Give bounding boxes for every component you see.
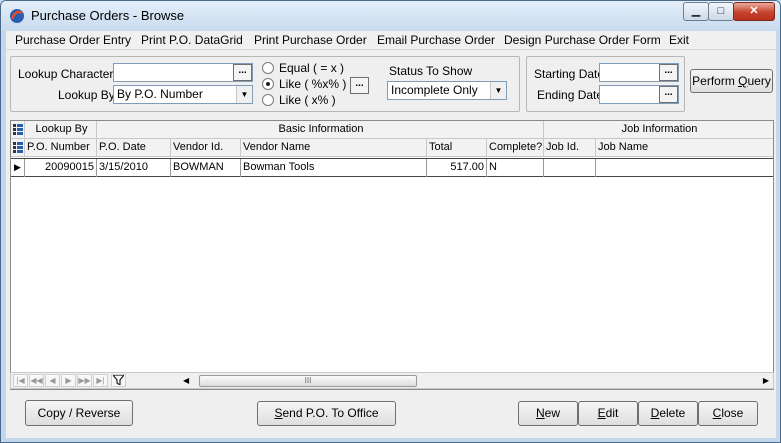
purchase-orders-window: Purchase Orders - Browse ▁ □ ✕ Purchase …	[0, 0, 781, 443]
column-po-number[interactable]: P.O. Number	[25, 139, 97, 157]
edit-button[interactable]: Edit	[578, 401, 638, 426]
close-label: lose	[721, 406, 744, 420]
menu-exit[interactable]: Exit	[669, 33, 689, 47]
cell-po-number[interactable]: 20090015	[25, 159, 97, 177]
cell-job-name[interactable]	[596, 159, 773, 177]
cell-complete[interactable]: N	[487, 159, 544, 177]
previous-page-icon[interactable]: ◀◀	[29, 374, 44, 387]
grid-column-header: P.O. Number P.O. Date Vendor Id. Vendor …	[11, 139, 773, 157]
new-button[interactable]: New	[518, 401, 578, 426]
chevron-down-icon: ▼	[490, 82, 506, 99]
edit-accel: E	[597, 406, 606, 420]
column-po-date[interactable]: P.O. Date	[97, 139, 171, 157]
new-label: ew	[544, 406, 560, 420]
new-accel: N	[535, 406, 545, 420]
delete-label: elete	[659, 406, 686, 420]
delete-button[interactable]: Delete	[638, 401, 698, 426]
scroll-right-icon[interactable]: ▶	[763, 374, 769, 388]
column-vendor-id[interactable]: Vendor Id.	[171, 139, 241, 157]
send-po-to-office-button[interactable]: Send P.O. To Office	[257, 401, 396, 426]
group-header-job-information: Job Information	[621, 123, 698, 135]
starting-date-label: Starting Date	[534, 67, 605, 81]
filter-icon[interactable]	[111, 374, 126, 387]
status-to-show-select[interactable]: Incomplete Only ▼	[387, 81, 507, 100]
close-window-button[interactable]: ✕	[733, 2, 775, 21]
minimize-button[interactable]: ▁	[683, 2, 709, 21]
match-equal-radio[interactable]	[262, 62, 274, 74]
edit-label: dit	[605, 406, 619, 420]
column-chooser-icon[interactable]	[11, 121, 25, 139]
match-like-contains-label: Like ( %x% )	[279, 77, 347, 91]
lookup-by-value: By P.O. Number	[117, 87, 203, 101]
match-equal-label: Equal ( = x )	[279, 61, 345, 75]
menu-print-purchase-order[interactable]: Print Purchase Order	[254, 33, 367, 47]
close-button[interactable]: Close	[698, 401, 758, 426]
delete-accel: D	[650, 406, 660, 420]
lookup-by-label: Lookup By	[58, 88, 115, 102]
status-to-show-value: Incomplete Only	[391, 83, 478, 97]
app-icon	[10, 9, 24, 23]
send-po-label: end P.O. To Office	[282, 406, 379, 420]
column-vendor-name[interactable]: Vendor Name	[241, 139, 427, 157]
perform-query-label-accel: Q	[738, 74, 748, 88]
grid-group-header: Lookup By Basic Information Job Informat…	[11, 121, 773, 139]
last-record-icon[interactable]: ▶|	[93, 374, 108, 387]
group-header-basic-information: Basic Information	[97, 121, 544, 139]
lookup-characters-label: Lookup Characters	[18, 67, 120, 81]
client-area: Purchase Order Entry Print P.O. DataGrid…	[6, 31, 776, 438]
menu-purchase-order-entry[interactable]: Purchase Order Entry	[15, 33, 131, 47]
horizontal-scrollbar[interactable]: ◀ III ▶	[181, 374, 771, 388]
cell-total[interactable]: 517.00	[427, 159, 487, 177]
maximize-button[interactable]: □	[708, 2, 734, 21]
menu-email-purchase-order[interactable]: Email Purchase Order	[377, 33, 495, 47]
first-record-icon[interactable]: |◀	[13, 374, 28, 387]
column-job-id[interactable]: Job Id.	[544, 139, 596, 157]
scroll-thumb[interactable]: III	[199, 375, 417, 387]
match-like-starts-radio[interactable]	[262, 94, 274, 106]
lookup-group: Lookup Characters ... Lookup By By P.O. …	[10, 56, 520, 112]
ending-date-label: Ending Date	[537, 88, 604, 102]
previous-record-icon[interactable]: ◀	[45, 374, 60, 387]
grid-navigation-bar: |◀ ◀◀ ◀ ▶ ▶▶ ▶| ◀ III ▶	[10, 372, 774, 389]
column-complete[interactable]: Complete?	[487, 139, 544, 157]
chevron-down-icon: ▼	[236, 86, 252, 103]
row-selector-icon[interactable]: ▶	[11, 159, 25, 177]
column-total[interactable]: Total	[427, 139, 487, 157]
ending-date-picker-button[interactable]: ...	[659, 86, 678, 103]
match-mode-picker-button[interactable]: ...	[350, 77, 369, 94]
menu-bar: Purchase Order Entry Print P.O. DataGrid…	[6, 31, 776, 50]
purchase-orders-grid: Lookup By Basic Information Job Informat…	[10, 120, 774, 390]
table-row[interactable]: ▶ 20090015 3/15/2010 BOWMAN Bowman Tools…	[11, 158, 773, 177]
cell-vendor-name[interactable]: Bowman Tools	[241, 159, 427, 177]
starting-date-picker-button[interactable]: ...	[659, 64, 678, 81]
next-record-icon[interactable]: ▶	[61, 374, 76, 387]
cell-job-id[interactable]	[544, 159, 596, 177]
match-like-contains-radio[interactable]	[262, 78, 274, 90]
match-like-starts-label: Like ( x% )	[279, 93, 336, 107]
copy-reverse-button[interactable]: Copy / Reverse	[25, 400, 133, 426]
perform-query-button[interactable]: Perform Query	[690, 69, 773, 93]
window-title: Purchase Orders - Browse	[31, 8, 185, 23]
column-chooser-icon[interactable]	[11, 139, 25, 157]
menu-print-po-datagrid[interactable]: Print P.O. DataGrid	[141, 33, 243, 47]
next-page-icon[interactable]: ▶▶	[77, 374, 92, 387]
cell-po-date[interactable]: 3/15/2010	[97, 159, 171, 177]
column-job-name[interactable]: Job Name	[596, 139, 773, 157]
scroll-left-icon[interactable]: ◀	[183, 374, 189, 388]
perform-query-label-pre: Perform	[692, 74, 739, 88]
menu-design-purchase-order-form[interactable]: Design Purchase Order Form	[504, 33, 661, 47]
cell-vendor-id[interactable]: BOWMAN	[171, 159, 241, 177]
status-to-show-label: Status To Show	[389, 64, 473, 78]
date-range-group: Starting Date ... Ending Date ...	[526, 56, 685, 112]
perform-query-label-post: uery	[747, 74, 771, 88]
lookup-characters-input[interactable]	[113, 63, 253, 82]
group-header-lookup-by: Lookup By	[25, 121, 97, 139]
lookup-by-select[interactable]: By P.O. Number ▼	[113, 85, 253, 104]
lookup-characters-picker-button[interactable]: ...	[233, 64, 252, 81]
title-bar: Purchase Orders - Browse ▁ □ ✕	[1, 1, 780, 31]
